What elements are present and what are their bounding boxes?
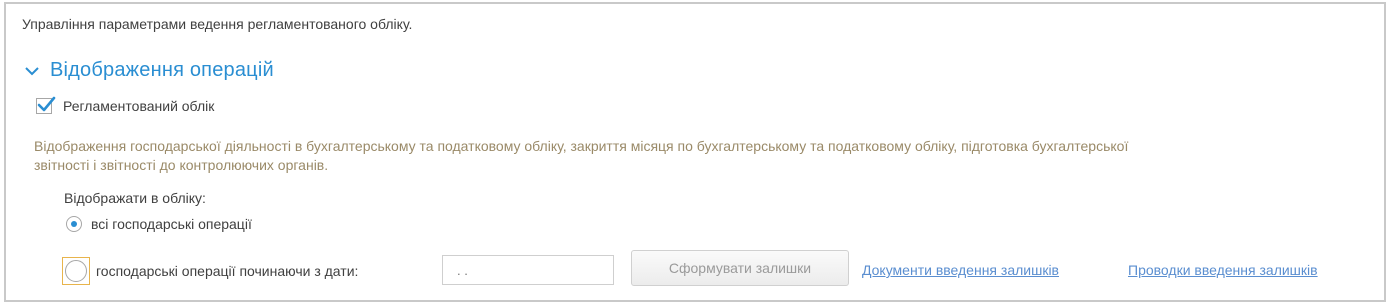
intro-text: Управління параметрами ведення регламент… — [22, 16, 413, 32]
start-date-field[interactable] — [442, 255, 650, 285]
regulated-accounting-label[interactable]: Регламентований облік — [63, 98, 214, 114]
radio-all-operations[interactable] — [66, 216, 82, 232]
balances-entries-link[interactable]: Проводки введення залишків — [1128, 262, 1318, 278]
radio-focus-frame — [62, 257, 90, 285]
radio-option-all-operations[interactable]: всі господарські операції — [66, 216, 252, 232]
radio-option-from-date[interactable]: господарські операції починаючи з дати: — [62, 257, 358, 285]
radio-from-date[interactable] — [65, 260, 87, 282]
radio-from-date-label[interactable]: господарські операції починаючи з дати: — [96, 263, 358, 279]
settings-panel: Управління параметрами ведення регламент… — [4, 2, 1386, 302]
regulated-accounting-checkbox[interactable] — [36, 96, 56, 114]
start-date-input[interactable] — [443, 255, 635, 285]
radio-all-operations-label[interactable]: всі господарські операції — [91, 216, 252, 232]
checkmark-icon — [37, 96, 56, 112]
regulated-accounting-option: Регламентований облік — [36, 96, 214, 114]
chevron-down-icon — [22, 61, 42, 81]
display-in-accounting-label: Відображати в обліку: — [64, 190, 206, 206]
section-header-operations-display[interactable]: Відображення операцій — [22, 59, 274, 82]
balances-documents-link[interactable]: Документи введення залишків — [862, 262, 1059, 278]
radio-selected-dot — [71, 221, 77, 227]
form-balances-button[interactable]: Сформувати залишки — [631, 250, 849, 286]
section-description: Відображення господарської діяльності в … — [34, 138, 1129, 173]
section-title: Відображення операцій — [50, 59, 274, 81]
